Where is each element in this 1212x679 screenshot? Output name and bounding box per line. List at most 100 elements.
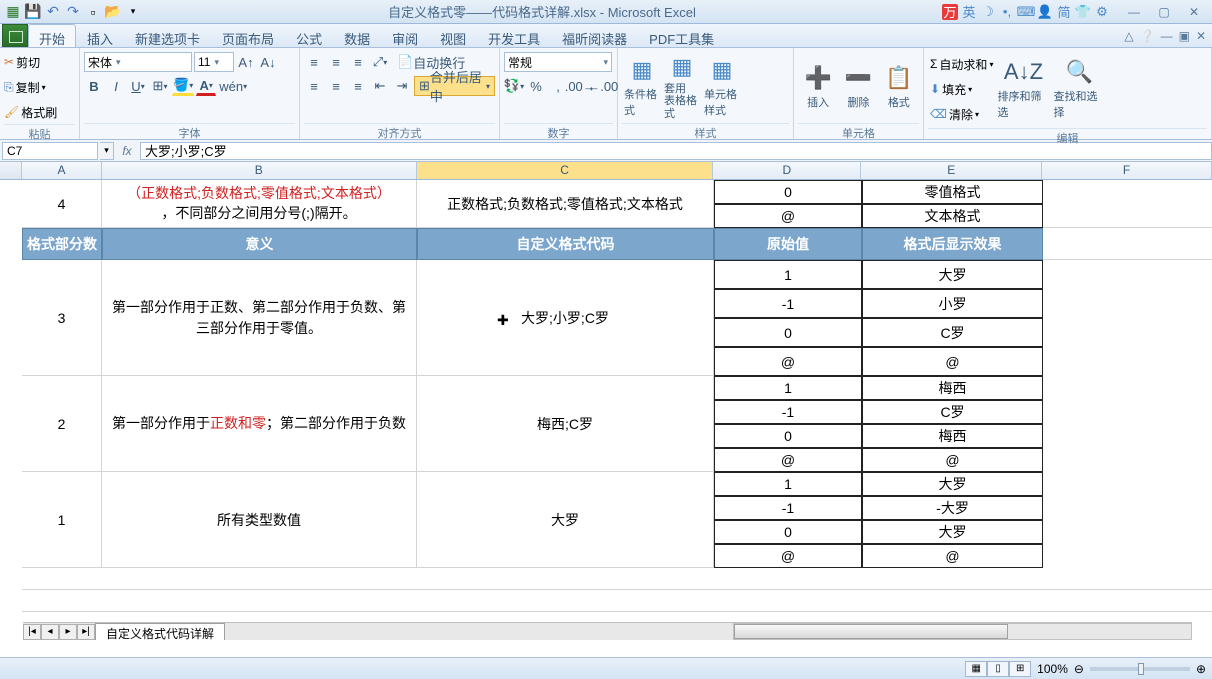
cond-format-button[interactable]: ▦条件格式 (622, 50, 662, 123)
brush-icon[interactable]: 🖌 (4, 105, 19, 119)
redo-icon[interactable]: ↷ (64, 3, 82, 21)
merge-center-button[interactable]: ⊞合并后居中▾ (414, 76, 495, 96)
select-all-corner[interactable] (0, 162, 22, 179)
cell-a4[interactable]: 4 (22, 180, 102, 228)
cell-s3-e2[interactable]: C罗 (862, 318, 1043, 347)
fx-button[interactable]: fx (114, 144, 140, 158)
tray-gear-icon[interactable]: ⚙ (1094, 4, 1110, 20)
tab-dev[interactable]: 开发工具 (477, 24, 551, 47)
align-bottom-icon[interactable]: ≡ (348, 52, 368, 72)
cell-s1-d0[interactable]: 1 (714, 472, 862, 496)
th-code[interactable]: 自定义格式代码 (417, 228, 714, 260)
cell-sec1-c[interactable]: 大罗 (417, 472, 714, 568)
cell-sec1-b[interactable]: 所有类型数值 (102, 472, 417, 568)
tab-review[interactable]: 审阅 (381, 24, 429, 47)
qat-more-icon[interactable]: ▾ (124, 3, 142, 21)
find-select-button[interactable]: 🔍查找和选择 (1051, 50, 1107, 128)
col-f[interactable]: F (1042, 162, 1212, 179)
cell-sec2-b[interactable]: 第一部分作用于正数和零；第二部分作用于负数 (102, 376, 417, 472)
tab-view[interactable]: 视图 (429, 24, 477, 47)
orientation-icon[interactable]: ⤢▾ (370, 52, 390, 72)
cell-f-hdr[interactable] (1043, 228, 1212, 260)
cell-style-button[interactable]: ▦单元格样式 (702, 50, 742, 123)
undo-icon[interactable]: ↶ (44, 3, 62, 21)
tab-home[interactable]: 开始 (28, 24, 76, 47)
zoom-thumb[interactable] (1138, 663, 1144, 675)
cell-s3-d3[interactable]: @ (714, 347, 862, 376)
name-box[interactable]: C7 (2, 142, 98, 160)
wb-restore-icon[interactable]: ▣ (1179, 29, 1190, 43)
view-normal-icon[interactable]: ▦ (965, 661, 987, 677)
cell-s1-e3[interactable]: @ (862, 544, 1043, 568)
format-cell-button[interactable]: 📋格式 (879, 50, 919, 123)
cell-s2-d2[interactable]: 0 (714, 424, 862, 448)
view-page-icon[interactable]: ▯ (987, 661, 1009, 677)
bold-button[interactable]: B (84, 76, 104, 96)
align-center-icon[interactable]: ≡ (326, 76, 346, 96)
tab-insert[interactable]: 插入 (76, 24, 124, 47)
fill-color-button[interactable]: 🪣▾ (172, 76, 194, 96)
insert-cell-button[interactable]: ➕插入 (798, 50, 838, 123)
cell-s3-d2[interactable]: 0 (714, 318, 862, 347)
cell-s2-e2[interactable]: 梅西 (862, 424, 1043, 448)
zoom-slider[interactable] (1090, 667, 1190, 671)
tray-dots-icon[interactable]: •, (999, 4, 1015, 20)
tab-data[interactable]: 数据 (333, 24, 381, 47)
cell-s2-d3[interactable]: @ (714, 448, 862, 472)
new-icon[interactable]: ▫ (84, 3, 102, 21)
font-name-combo[interactable]: 宋体▾ (84, 52, 192, 72)
tray-app-icon[interactable]: 万 (942, 4, 958, 20)
tab-pdf[interactable]: PDF工具集 (638, 24, 725, 47)
sheet-nav-last[interactable]: ▸| (77, 624, 95, 640)
table-format-button[interactable]: ▦套用 表格格式 (662, 50, 702, 123)
zoom-in-button[interactable]: ⊕ (1196, 662, 1206, 676)
currency-button[interactable]: 💱▾ (504, 76, 524, 96)
tray-ime-icon[interactable]: 英 (961, 4, 977, 20)
th-result[interactable]: 格式后显示效果 (862, 228, 1043, 260)
tray-jian-icon[interactable]: 简 (1056, 4, 1072, 20)
cell-s3-e3[interactable]: @ (862, 347, 1043, 376)
cell-b4[interactable]: （正数格式;负数格式;零值格式;文本格式） ，不同部分之间用分号(;)隔开。 (102, 180, 417, 228)
col-e[interactable]: E (861, 162, 1042, 179)
th-meaning[interactable]: 意义 (102, 228, 417, 260)
cell-s1-e2[interactable]: 大罗 (862, 520, 1043, 544)
number-format-combo[interactable]: 常规▾ (504, 52, 612, 72)
cell-s1-e1[interactable]: -大罗 (862, 496, 1043, 520)
minimize-button[interactable]: — (1120, 3, 1148, 21)
tray-moon-icon[interactable]: ☽ (980, 4, 996, 20)
underline-button[interactable]: U▾ (128, 76, 148, 96)
italic-button[interactable]: I (106, 76, 126, 96)
cell-s1-e0[interactable]: 大罗 (862, 472, 1043, 496)
cell-s3-d1[interactable]: -1 (714, 289, 862, 318)
cell-s3-e0[interactable]: 大罗 (862, 260, 1043, 289)
col-d[interactable]: D (713, 162, 861, 179)
cell-sec2-c[interactable]: 梅西;C罗 (417, 376, 714, 472)
shrink-font-icon[interactable]: A↓ (258, 52, 278, 72)
close-button[interactable]: ✕ (1180, 3, 1208, 21)
cell-s2-e0[interactable]: 梅西 (862, 376, 1043, 400)
col-b[interactable]: B (102, 162, 417, 179)
help-icon[interactable]: ❔ (1140, 29, 1155, 43)
zoom-out-button[interactable]: ⊖ (1074, 662, 1084, 676)
maximize-button[interactable]: ▢ (1150, 3, 1178, 21)
cut-icon[interactable]: ✂ (4, 55, 14, 69)
tray-keyboard-icon[interactable]: ⌨ (1018, 4, 1034, 20)
cell-s3-d0[interactable]: 1 (714, 260, 862, 289)
cell-s1-d2[interactable]: 0 (714, 520, 862, 544)
delete-cell-button[interactable]: ➖删除 (838, 50, 878, 123)
tray-shirt-icon[interactable]: 👕 (1075, 4, 1091, 20)
cell-sec3-a[interactable]: 3 (22, 260, 102, 376)
sheet-nav-next[interactable]: ▸ (59, 624, 77, 640)
open-icon[interactable]: 📂 (104, 3, 122, 21)
dec-decimal-icon[interactable]: ←.00 (593, 76, 614, 96)
th-raw[interactable]: 原始值 (714, 228, 862, 260)
indent-inc-icon[interactable]: ⇥ (392, 76, 412, 96)
cell-s1-d1[interactable]: -1 (714, 496, 862, 520)
col-a[interactable]: A (22, 162, 102, 179)
border-button[interactable]: ⊞▾ (150, 76, 170, 96)
align-left-icon[interactable]: ≡ (304, 76, 324, 96)
sort-filter-button[interactable]: A↓Z排序和筛选 (995, 50, 1051, 128)
file-button[interactable] (2, 24, 28, 47)
cell-sec1-a[interactable]: 1 (22, 472, 102, 568)
cell-e4[interactable]: 零值格式 (862, 180, 1043, 204)
